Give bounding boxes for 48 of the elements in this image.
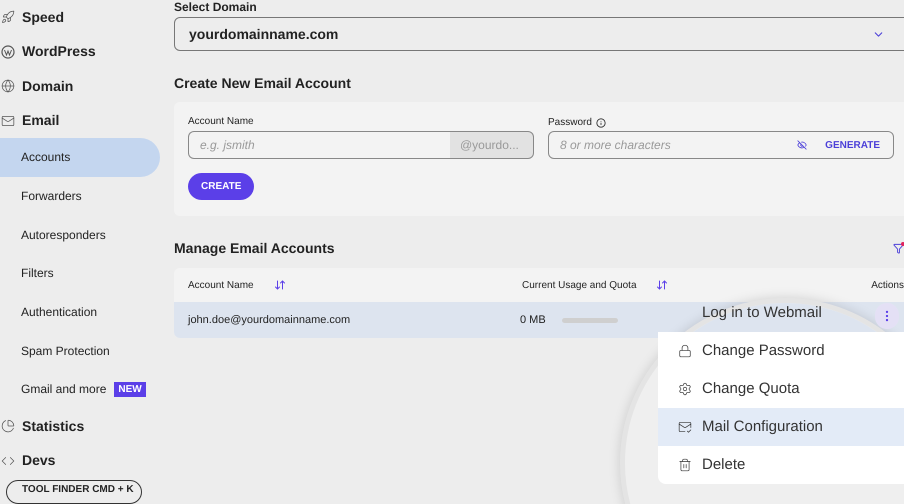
gear-icon: [678, 382, 692, 396]
wordpress-icon: [1, 44, 15, 59]
table-cell-text: john.doe@yourdomainname.com: [188, 312, 352, 328]
sidebar-item[interactable]: Forwarders: [0, 176, 160, 216]
eye-off-icon[interactable]: [797, 140, 808, 150]
menu-item[interactable]: Delete: [658, 446, 904, 484]
table-cell-text: 0 MB: [520, 312, 547, 328]
sidebar-section[interactable]: Statistics: [22, 416, 84, 437]
menu-item[interactable]: Mail Configuration: [658, 408, 904, 446]
domain-dropdown[interactable]: yourdomainname.com: [174, 17, 904, 51]
sidebar-section[interactable]: Devs: [22, 450, 56, 472]
tool-finder-button[interactable]: TOOL FINDER CMD + K: [6, 480, 142, 504]
filter-icon[interactable]: [893, 243, 904, 254]
sidebar-section[interactable]: Speed: [22, 6, 64, 28]
sidebar-item[interactable]: Autoresponders: [0, 215, 160, 254]
mail-check-icon: [678, 420, 692, 434]
create-section-title: Create New Email Account: [174, 74, 352, 93]
sidebar-item[interactable]: Gmail and more NEW: [0, 370, 160, 409]
menu-item[interactable]: Change Quota: [658, 370, 904, 408]
mail-icon: [1, 114, 15, 128]
new-badge: NEW: [114, 382, 146, 397]
sidebar-section[interactable]: WordPress: [22, 41, 96, 62]
globe-icon: [1, 79, 15, 94]
select-domain-label: Select Domain: [174, 0, 258, 15]
sidebar-item[interactable]: Spam Protection: [0, 331, 160, 370]
create-button[interactable]: CREATE: [188, 173, 254, 200]
column-header: Actions: [871, 278, 904, 292]
column-header[interactable]: Current Usage and Quota: [522, 278, 656, 292]
sort-icon[interactable]: [656, 279, 668, 291]
sidebar-item[interactable]: Filters: [0, 254, 160, 293]
info-icon: [596, 118, 606, 128]
password-label: Password: [548, 116, 592, 130]
account-name-label: Account Name: [188, 115, 255, 129]
sidebar-section[interactable]: Domain: [22, 76, 74, 97]
quota-bar: [562, 318, 618, 322]
generate-button[interactable]: GENERATE: [825, 138, 880, 152]
sort-icon[interactable]: [274, 279, 286, 291]
sidebar-item[interactable]: Authentication: [0, 292, 160, 332]
lock-icon: [678, 344, 692, 358]
menu-item[interactable]: Change Password: [658, 332, 904, 370]
menu-item[interactable]: Log in to Webmail: [658, 294, 868, 332]
sidebar-section[interactable]: Email: [22, 110, 60, 132]
manage-section-title: Manage Email Accounts: [174, 239, 335, 258]
column-header[interactable]: Account Name: [188, 278, 274, 292]
trash-icon: [678, 458, 692, 472]
pie-chart-icon: [1, 419, 15, 434]
rocket-icon: [1, 10, 15, 24]
sidebar-item[interactable]: Accounts: [0, 138, 160, 177]
